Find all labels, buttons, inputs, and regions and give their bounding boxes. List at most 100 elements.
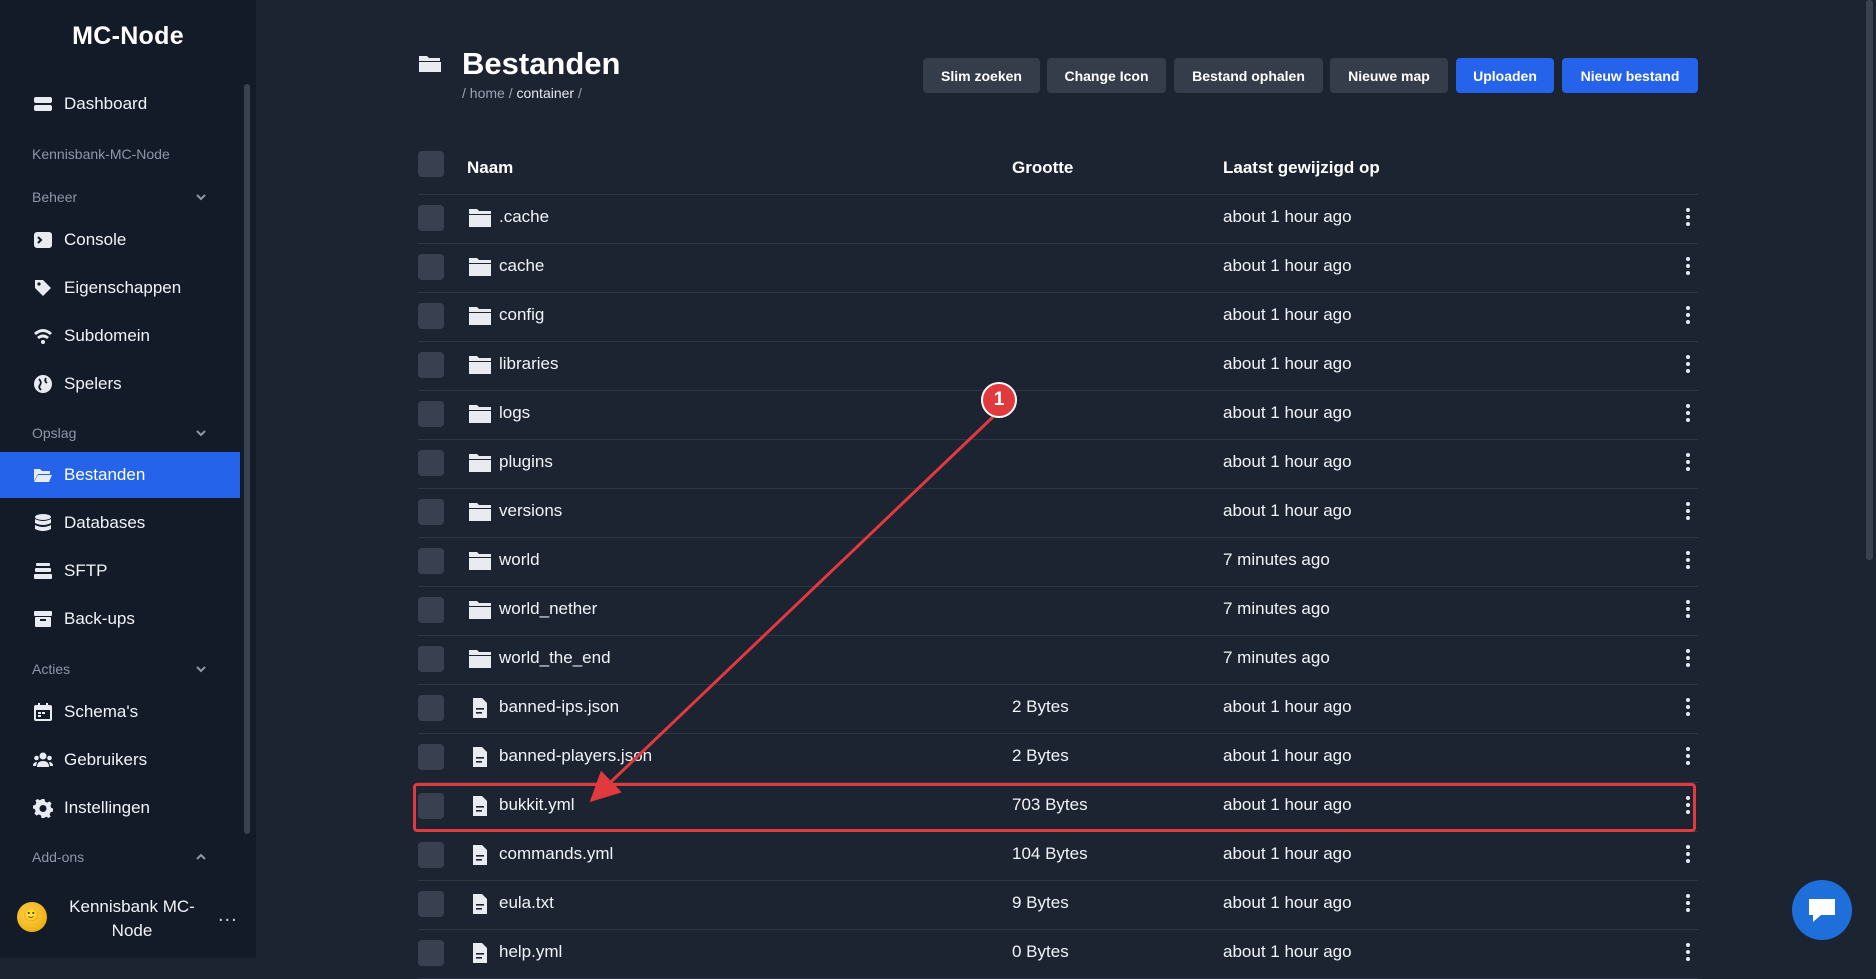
table-row[interactable]: .cache about 1 hour ago [418,194,1698,244]
section-beheer[interactable]: Beheer [32,189,208,205]
more-vertical-icon[interactable] [1680,697,1696,719]
file-name[interactable]: .cache [499,207,549,227]
more-vertical-icon[interactable] [1680,207,1696,229]
row-checkbox[interactable] [418,401,444,427]
table-row[interactable]: world_nether 7 minutes ago [418,586,1698,636]
row-checkbox[interactable] [418,450,444,476]
sidebar-item-console[interactable]: Console [0,217,240,263]
file-name[interactable]: banned-ips.json [499,697,619,717]
row-checkbox[interactable] [418,499,444,525]
select-all-checkbox[interactable] [418,151,444,177]
row-checkbox[interactable] [418,744,444,770]
table-row[interactable]: config about 1 hour ago [418,292,1698,342]
more-vertical-icon[interactable] [1680,648,1696,670]
table-row[interactable]: commands.yml 104 Bytes about 1 hour ago [418,831,1698,881]
table-row[interactable]: banned-players.json 2 Bytes about 1 hour a… [418,733,1698,783]
section-acties[interactable]: Acties [32,661,208,677]
table-row[interactable]: world 7 minutes ago [418,537,1698,587]
more-vertical-icon[interactable] [1680,403,1696,425]
sidebar-item-instellingen[interactable]: Instellingen [0,785,240,831]
file-name[interactable]: world_nether [499,599,597,619]
table-row[interactable]: bukkit.yml 703 Bytes about 1 hour ago [418,782,1698,832]
change-icon-button[interactable]: Change Icon [1047,58,1166,93]
brand-logo[interactable]: MC-Node [0,22,256,51]
column-size[interactable]: Grootte [1012,158,1073,178]
main-scrollbar[interactable] [1866,0,1873,560]
table-row[interactable]: eula.txt 9 Bytes about 1 hour ago [418,880,1698,930]
more-vertical-icon[interactable] [1680,501,1696,523]
more-vertical-icon[interactable] [1680,942,1696,964]
table-row[interactable]: cache about 1 hour ago [418,243,1698,293]
upload-button[interactable]: Uploaden [1456,58,1554,93]
breadcrumb-current[interactable]: container [516,85,574,101]
row-checkbox[interactable] [418,891,444,917]
file-name[interactable]: bukkit.yml [499,795,575,815]
table-row[interactable]: plugins about 1 hour ago [418,439,1698,489]
table-row[interactable]: libraries about 1 hour ago [418,341,1698,391]
new-folder-button[interactable]: Nieuwe map [1330,58,1448,93]
more-vertical-icon[interactable] [1680,305,1696,327]
row-checkbox[interactable] [418,205,444,231]
row-checkbox[interactable] [418,303,444,329]
file-name[interactable]: world_the_end [499,648,611,668]
sidebar-item-backups[interactable]: Back-ups [0,596,240,642]
more-vertical-icon[interactable] [1680,599,1696,621]
more-vertical-icon[interactable] [1680,893,1696,915]
row-checkbox[interactable] [418,254,444,280]
sidebar-item-dashboard[interactable]: Dashboard [0,81,240,127]
sidebar-item-databases[interactable]: Databases [0,500,240,546]
user-profile[interactable]: 🙂 Kennisbank MC-Node ... [0,890,256,950]
row-checkbox[interactable] [418,597,444,623]
file-name[interactable]: eula.txt [499,893,554,913]
row-checkbox[interactable] [418,352,444,378]
more-vertical-icon[interactable] [1680,844,1696,866]
avatar[interactable]: 🙂 [17,902,47,932]
file-name[interactable]: libraries [499,354,559,374]
table-row[interactable]: world_the_end 7 minutes ago [418,635,1698,685]
sidebar-item-eigenschappen[interactable]: Eigenschappen [0,265,240,311]
section-opslag[interactable]: Opslag [32,425,208,441]
file-name[interactable]: commands.yml [499,844,613,864]
sidebar-item-bestanden[interactable]: Bestanden [0,452,240,498]
row-checkbox[interactable] [418,695,444,721]
table-row[interactable]: banned-ips.json 2 Bytes about 1 hour ago [418,684,1698,734]
row-checkbox[interactable] [418,940,444,966]
file-name[interactable]: logs [499,403,530,423]
section-addons[interactable]: Add-ons [32,849,208,865]
row-checkbox[interactable] [418,646,444,672]
row-checkbox[interactable] [418,793,444,819]
file-name[interactable]: banned-players.json [499,746,652,766]
file-name[interactable]: config [499,305,544,325]
sidebar-item-sftp[interactable]: SFTP [0,548,240,594]
row-checkbox[interactable] [418,548,444,574]
column-name[interactable]: Naam [467,158,513,178]
table-row[interactable]: versions about 1 hour ago [418,488,1698,538]
sidebar-item-schemas[interactable]: Schema's [0,689,240,735]
sidebar-item-gebruikers[interactable]: Gebruikers [0,737,240,783]
table-row[interactable]: help.yml 0 Bytes about 1 hour ago [418,929,1698,979]
table-row[interactable]: logs about 1 hour ago [418,390,1698,440]
row-checkbox[interactable] [418,842,444,868]
more-vertical-icon[interactable] [1680,550,1696,572]
chat-button[interactable] [1792,880,1852,940]
sidebar-item-spelers[interactable]: Spelers [0,361,240,407]
more-vertical-icon[interactable] [1680,452,1696,474]
fetch-file-button[interactable]: Bestand ophalen [1174,58,1323,93]
breadcrumb-root[interactable]: / home / [462,85,513,101]
more-vertical-icon[interactable] [1680,795,1696,817]
more-vertical-icon[interactable] [1680,256,1696,278]
file-name[interactable]: versions [499,501,562,521]
column-modified[interactable]: Laatst gewijzigd op [1223,158,1380,178]
more-vertical-icon[interactable] [1680,354,1696,376]
file-name[interactable]: plugins [499,452,553,472]
smart-search-button[interactable]: Slim zoeken [923,58,1040,93]
sidebar-item-subdomein[interactable]: Subdomein [0,313,240,359]
file-name[interactable]: cache [499,256,544,276]
more-vertical-icon[interactable] [1680,746,1696,768]
new-file-button[interactable]: Nieuw bestand [1562,58,1698,93]
file-name[interactable]: world [499,550,540,570]
file-name[interactable]: help.yml [499,942,562,962]
file-modified: about 1 hour ago [1223,452,1352,471]
more-options-icon[interactable]: ... [218,904,238,927]
sidebar-scrollbar[interactable] [244,84,250,834]
